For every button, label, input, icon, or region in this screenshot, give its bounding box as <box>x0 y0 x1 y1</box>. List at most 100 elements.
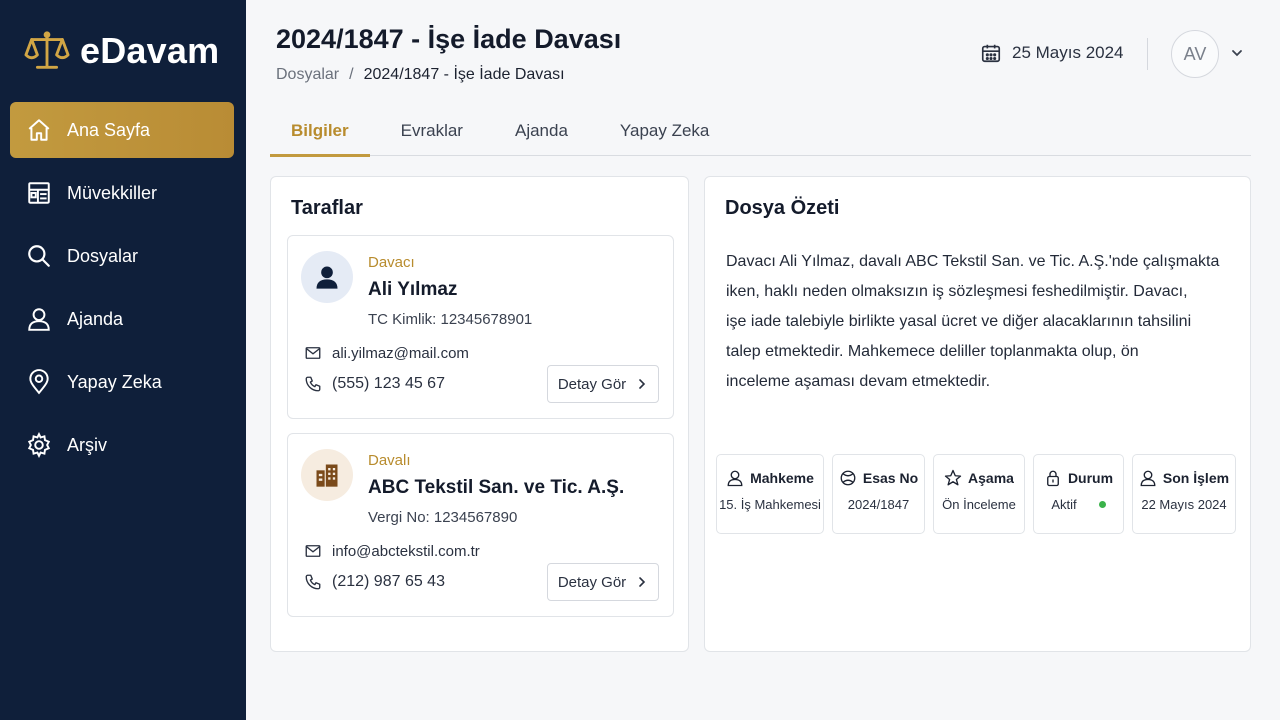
calendar-icon <box>981 44 1001 63</box>
status-dot <box>1098 501 1106 508</box>
current-date: 25 Mayıs 2024 <box>1012 43 1124 62</box>
summary-line: inceleme aşaması devam etmektedir. <box>726 373 991 390</box>
party-phone: (555) 123 45 67 <box>304 375 445 393</box>
tab-bar: Bilgiler Evraklar Ajanda Yapay Zeka <box>270 106 1251 157</box>
summary-line: iken, haklı neden olmaksızın iş sözleşme… <box>726 283 1188 300</box>
header-date: 25 Mayıs 2024 <box>980 42 1124 64</box>
user-icon <box>28 308 50 331</box>
app-logo[interactable]: eDavam <box>24 28 219 74</box>
chevron-right-icon <box>639 577 646 587</box>
sidebar-item-label: Müvekkiller <box>67 182 158 203</box>
party-email: ali.yilmaz@mail.com <box>304 344 469 362</box>
sidebar-item-label: Arşiv <box>67 434 107 455</box>
info-cell-durum: Durum Aktif <box>1033 454 1124 534</box>
info-cell-label: Mahkeme <box>750 470 814 486</box>
info-cell-header: Son İşlem <box>1139 469 1229 487</box>
info-cell-label: Durum <box>1067 470 1114 486</box>
mail-icon <box>305 545 321 557</box>
detail-button[interactable]: Detay Gör <box>547 563 659 601</box>
party-card-defendant: Davalı ABC Tekstil San. ve Tic. A.Ş. Ver… <box>287 433 674 617</box>
status-text: Aktif <box>1051 497 1077 512</box>
info-cell-mahkeme: Mahkeme 15. İş Mahkemesi <box>716 454 824 534</box>
chevron-down-icon[interactable] <box>1229 45 1245 61</box>
sidebar-item-label: Yapay Zeka <box>67 371 162 392</box>
clients-icon <box>28 182 50 204</box>
app-name: eDavam <box>80 30 220 71</box>
sidebar-nav: Ana Sayfa Müvekkiller Dosyalar Ajanda Ya… <box>10 102 234 480</box>
page-title: 2024/1847 - İşe İade Davası <box>276 24 622 54</box>
person-icon <box>316 266 338 289</box>
detail-button-label: Detay Gör <box>557 375 627 393</box>
party-email-text[interactable]: info@abctekstil.com.tr <box>332 543 480 560</box>
info-cell-son-islem: Son İşlem 22 Mayıs 2024 <box>1132 454 1236 534</box>
sidebar-item-ajanda[interactable]: Ajanda <box>10 291 234 347</box>
scales-icon <box>24 31 70 69</box>
summary-line: talep etmektedir. Mahkemece deliller top… <box>726 343 1139 360</box>
detail-button-label: Detay Gör <box>557 573 627 591</box>
case-info-cells: Mahkeme 15. İş Mahkemesi Esas No 2024/18… <box>716 454 1236 534</box>
sidebar-item-arsiv[interactable]: Arşiv <box>10 417 234 473</box>
party-role: Davalı <box>368 452 411 469</box>
party-name: Ali Yılmaz <box>368 279 458 300</box>
summary-line: işe iade talebiyle birlikte yasal ücret … <box>726 313 1192 330</box>
parties-title: Taraflar <box>291 197 363 219</box>
info-cell-value: Ön İnceleme <box>942 497 1016 512</box>
breadcrumb-separator: / <box>349 66 354 83</box>
detail-button[interactable]: Detay Gör <box>547 365 659 403</box>
phone-icon <box>305 376 321 392</box>
tab-ajanda[interactable]: Ajanda <box>494 106 589 156</box>
user-avatar[interactable]: AV <box>1171 30 1219 78</box>
info-cell-header: Aşama <box>944 469 1014 487</box>
home-icon <box>28 119 50 141</box>
sidebar-item-label: Ana Sayfa <box>67 119 151 140</box>
phone-icon <box>305 574 321 590</box>
party-phone-text[interactable]: (212) 987 65 43 <box>332 573 445 591</box>
info-cell-value: 2024/1847 <box>847 497 910 512</box>
party-avatar <box>301 251 353 303</box>
party-email: info@abctekstil.com.tr <box>304 542 480 560</box>
building-icon <box>316 464 338 487</box>
search-icon <box>28 245 50 267</box>
party-avatar <box>301 449 353 501</box>
location-pin-icon <box>29 369 49 395</box>
breadcrumb-current: 2024/1847 - İşe İade Davası <box>363 66 565 83</box>
sidebar: eDavam Ana Sayfa Müvekkiller Dosyalar Aj… <box>0 0 246 720</box>
sidebar-item-ana-sayfa[interactable]: Ana Sayfa <box>10 102 234 158</box>
sidebar-item-muvekkiller[interactable]: Müvekkiller <box>10 165 234 221</box>
gear-icon <box>27 432 51 458</box>
sidebar-item-label: Ajanda <box>67 308 124 329</box>
ball-icon <box>840 470 856 486</box>
summary-card: Dosya Özeti Davacı Ali Yılmaz, davalı AB… <box>704 176 1251 652</box>
info-cell-value: 22 Mayıs 2024 <box>1141 497 1227 512</box>
sidebar-item-yapay-zeka[interactable]: Yapay Zeka <box>10 354 234 410</box>
summary-text: Davacı Ali Yılmaz, davalı ABC Tekstil Sa… <box>726 247 1231 397</box>
party-card-plaintiff: Davacı Ali Yılmaz TC Kimlik: 12345678901… <box>287 235 674 419</box>
tab-evraklar[interactable]: Evraklar <box>380 106 484 156</box>
info-cell-label: Esas No <box>862 470 919 486</box>
user-icon <box>727 470 743 487</box>
star-icon <box>944 469 962 486</box>
tab-bilgiler[interactable]: Bilgiler <box>270 106 370 157</box>
summary-title: Dosya Özeti <box>725 197 840 219</box>
breadcrumb: Dosyalar / 2024/1847 - İşe İade Davası <box>276 66 565 84</box>
breadcrumb-link-dosyalar[interactable]: Dosyalar <box>276 66 339 84</box>
info-cell-label: Son İşlem <box>1162 470 1230 486</box>
tab-yapay-zeka[interactable]: Yapay Zeka <box>599 106 730 156</box>
header-divider <box>1147 38 1148 70</box>
party-id: Vergi No: 1234567890 <box>368 509 518 526</box>
info-cell-header: Esas No <box>839 469 918 487</box>
info-cell-esas-no: Esas No 2024/1847 <box>832 454 925 534</box>
sidebar-item-dosyalar[interactable]: Dosyalar <box>10 228 234 284</box>
mail-icon <box>305 347 321 359</box>
info-cell-label: Aşama <box>968 470 1014 486</box>
lock-icon <box>1047 470 1059 487</box>
party-email-text[interactable]: ali.yilmaz@mail.com <box>332 345 469 362</box>
party-phone-text[interactable]: (555) 123 45 67 <box>332 375 445 393</box>
party-id: TC Kimlik: 12345678901 <box>368 311 533 328</box>
info-cell-header: Durum <box>1044 469 1113 487</box>
info-cell-asama: Aşama Ön İnceleme <box>933 454 1025 534</box>
info-cell-value: Aktif <box>1051 497 1106 512</box>
info-cell-value: 15. İş Mahkemesi <box>719 497 821 512</box>
user-icon <box>1140 470 1156 487</box>
party-name: ABC Tekstil San. ve Tic. A.Ş. <box>368 477 625 498</box>
